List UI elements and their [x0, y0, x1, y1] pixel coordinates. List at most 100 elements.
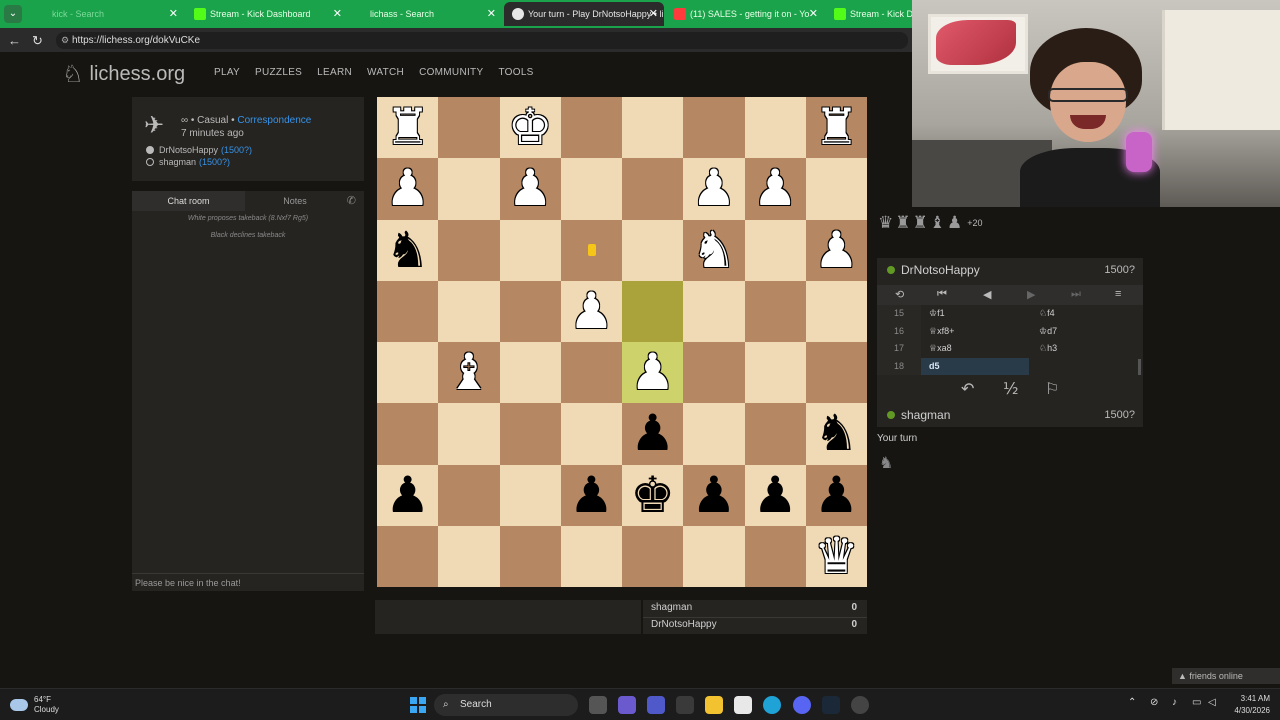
microphone-icon[interactable]: ♪: [1172, 697, 1177, 708]
start-button[interactable]: [410, 697, 426, 713]
nav-watch[interactable]: WATCH: [367, 67, 404, 78]
steam-icon[interactable]: [822, 696, 840, 714]
board-square-h5[interactable]: [377, 342, 439, 404]
nav-learn[interactable]: LEARN: [317, 67, 352, 78]
board-square-c4[interactable]: [683, 280, 745, 342]
edge-icon[interactable]: [763, 696, 781, 714]
white-move[interactable]: ♕xf8+: [921, 323, 1029, 341]
top-player-name[interactable]: DrNotsoHappy: [901, 263, 980, 277]
board-square-h8[interactable]: [377, 525, 439, 587]
takeback-button[interactable]: ↶: [961, 379, 974, 398]
white-piece-a1[interactable]: ♜: [806, 97, 867, 158]
board-square-c5[interactable]: [683, 342, 745, 404]
obs-icon[interactable]: [851, 696, 869, 714]
next-move-icon[interactable]: ▶: [1027, 288, 1035, 301]
white-piece-f1[interactable]: ♚: [500, 97, 561, 158]
browser-tab[interactable]: (11) SALES - getting it on - Yo ✕: [666, 2, 824, 26]
white-move[interactable]: ♕xa8: [921, 340, 1029, 358]
board-square-e1[interactable]: [560, 97, 622, 159]
store-icon[interactable]: [734, 696, 752, 714]
board-square-e2[interactable]: [560, 158, 622, 220]
black-piece-h3[interactable]: ♞: [377, 220, 438, 281]
board-square-g3[interactable]: [438, 219, 500, 281]
nav-play[interactable]: PLAY: [214, 67, 240, 78]
white-move[interactable]: ♔f1: [921, 305, 1029, 323]
black-piece-b7[interactable]: ♟: [745, 465, 806, 526]
board-square-b1[interactable]: [744, 97, 806, 159]
board-square-f7[interactable]: [499, 464, 561, 526]
browser-tab[interactable]: kick - Search ✕: [28, 2, 184, 26]
board-square-e6[interactable]: [560, 403, 622, 465]
white-piece-h2[interactable]: ♟: [377, 158, 438, 219]
board-square-f5[interactable]: [499, 342, 561, 404]
url-field[interactable]: ⚙ https://lichess.org/dokVuCKe: [56, 32, 908, 49]
board-square-h6[interactable]: [377, 403, 439, 465]
black-piece-c7[interactable]: ♟: [683, 465, 744, 526]
nav-puzzles[interactable]: PUZZLES: [255, 67, 302, 78]
black-piece-h7[interactable]: ♟: [377, 465, 438, 526]
site-logo[interactable]: ♘ lichess.org: [62, 60, 185, 89]
board-square-a5[interactable]: [805, 342, 867, 404]
tab-notes[interactable]: Notes: [245, 191, 345, 211]
white-piece-a8[interactable]: ♛: [806, 526, 867, 587]
board-square-d2[interactable]: [622, 158, 684, 220]
friends-online-button[interactable]: ▲ friends online: [1172, 668, 1280, 684]
network-icon[interactable]: ⊘: [1150, 697, 1158, 708]
browser-tab[interactable]: Stream - Kick Dashboard ✕: [186, 2, 348, 26]
black-piece-e7[interactable]: ♟: [561, 465, 622, 526]
board-square-g4[interactable]: [438, 280, 500, 342]
move-list-scrollbar[interactable]: [1138, 359, 1141, 375]
black-piece-a7[interactable]: ♟: [806, 465, 867, 526]
board-square-f3[interactable]: [499, 219, 561, 281]
black-move[interactable]: ♔d7: [1031, 323, 1136, 341]
reload-icon[interactable]: ↻: [32, 33, 43, 49]
white-piece-a3[interactable]: ♟: [806, 220, 867, 281]
tab-list-button[interactable]: ⌄: [4, 5, 22, 23]
board-square-g8[interactable]: [438, 525, 500, 587]
browser-tab[interactable]: lichass - Search ✕: [346, 2, 502, 26]
browser-tab[interactable]: Stream - Kick Dash: [826, 2, 912, 26]
board-square-f4[interactable]: [499, 280, 561, 342]
chess-board[interactable]: 1 2 3 4 5 6 7 8 h g f e d c b a ♜ ♚ ♜ ♟ ♟ ♟ ♟ ♞ ♞ ♟ ♟ ♝ ♟ ♟ ♞ ♟ ♟ ♚ ♟ ♟ ♟ ♛: [377, 97, 867, 587]
white-piece-e4[interactable]: ♟: [561, 281, 622, 342]
board-square-g6[interactable]: [438, 403, 500, 465]
menu-icon[interactable]: ≡: [1115, 288, 1121, 300]
current-move[interactable]: d5: [921, 357, 1029, 375]
volume-icon[interactable]: ◁: [1208, 697, 1216, 708]
player-name[interactable]: DrNotsoHappy: [159, 145, 218, 155]
player-name[interactable]: shagman: [159, 157, 196, 167]
board-square-b3[interactable]: [744, 219, 806, 281]
chat-input[interactable]: Please be nice in the chat!: [132, 573, 364, 591]
weather-widget[interactable]: 64°F Cloudy: [10, 695, 59, 715]
flip-board-icon[interactable]: ⟲: [895, 288, 904, 301]
board-square-f8[interactable]: [499, 525, 561, 587]
white-piece-h1[interactable]: ♜: [377, 97, 438, 158]
board-square-b5[interactable]: [744, 342, 806, 404]
nav-community[interactable]: COMMUNITY: [419, 67, 483, 78]
board-square-g2[interactable]: [438, 158, 500, 220]
board-square-e8[interactable]: [560, 525, 622, 587]
board-square-f6[interactable]: [499, 403, 561, 465]
back-arrow-icon[interactable]: ←: [8, 33, 21, 48]
tab-close-icon[interactable]: ✕: [487, 7, 496, 20]
tab-close-icon[interactable]: ✕: [169, 7, 178, 20]
board-square-b8[interactable]: [744, 525, 806, 587]
resign-button[interactable]: ⚐: [1045, 379, 1059, 398]
discord-icon[interactable]: [793, 696, 811, 714]
white-piece-g5[interactable]: ♝: [438, 342, 499, 403]
board-square-d8[interactable]: [622, 525, 684, 587]
black-piece-d7[interactable]: ♚: [622, 465, 683, 526]
board-square-e5[interactable]: [560, 342, 622, 404]
tab-close-icon[interactable]: ✕: [809, 7, 818, 20]
board-square-c8[interactable]: [683, 525, 745, 587]
phone-icon[interactable]: ✆: [347, 194, 356, 207]
tray-overflow-icon[interactable]: ⌃: [1128, 697, 1136, 708]
correspondence-link[interactable]: Correspondence: [237, 115, 311, 126]
black-piece-d6[interactable]: ♟: [622, 403, 683, 464]
white-piece-c3[interactable]: ♞: [683, 220, 744, 281]
tab-close-icon[interactable]: ✕: [333, 7, 342, 20]
black-move[interactable]: ♘h3: [1031, 340, 1136, 358]
previous-move-icon[interactable]: ◀: [983, 288, 991, 301]
taskbar-search[interactable]: ⌕ Search: [434, 694, 578, 716]
board-square-d1[interactable]: [622, 97, 684, 159]
